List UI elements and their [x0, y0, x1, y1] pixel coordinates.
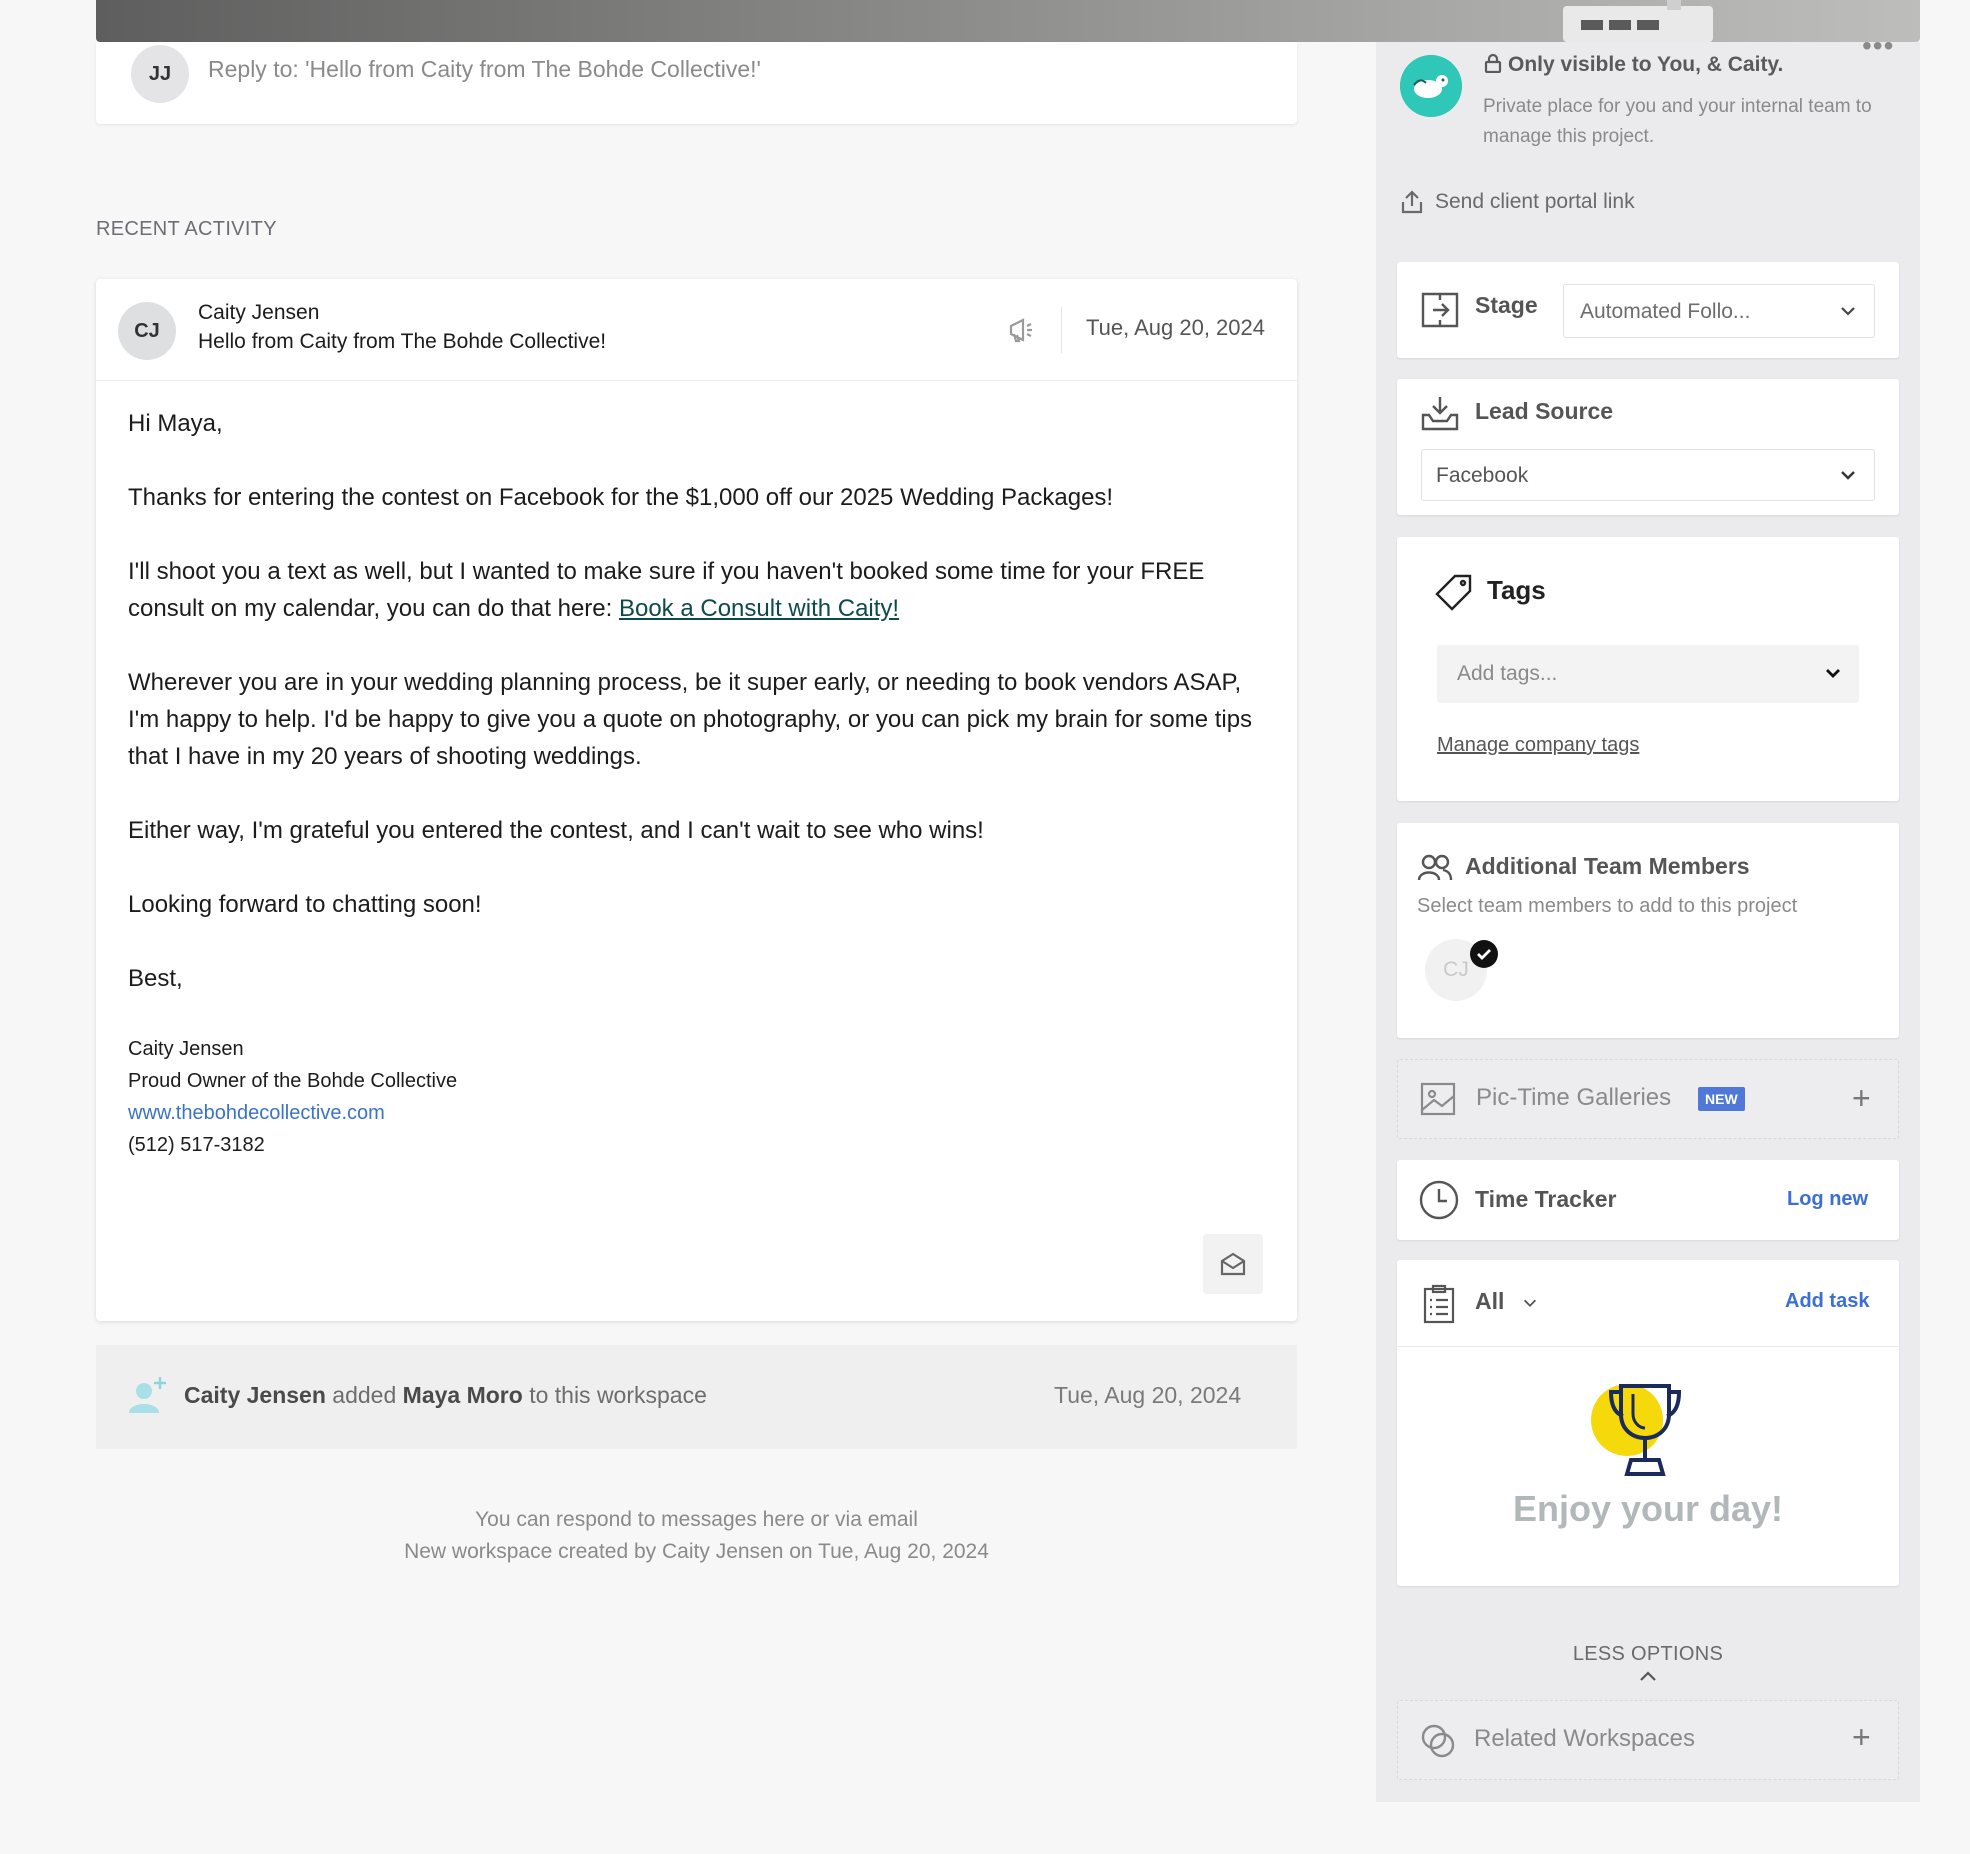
link-circles-icon [1421, 1724, 1455, 1758]
lead-source-select[interactable]: Facebook [1421, 449, 1875, 501]
check-icon [1470, 940, 1498, 968]
avatar: JJ [131, 45, 189, 103]
activity-item: Caity Jensen added Maya Moro to this wor… [96, 1345, 1297, 1449]
signature-phone: (512) 517-3182 [128, 1134, 265, 1156]
divider [1397, 1346, 1899, 1347]
email-subject: Hello from Caity from The Bohde Collecti… [198, 330, 607, 353]
add-task-button[interactable]: Add task [1785, 1290, 1869, 1313]
time-tracker-label: Time Tracker [1475, 1186, 1617, 1212]
email-paragraph: Wherever you are in your wedding plannin… [128, 669, 1253, 770]
clipboard-icon [1423, 1284, 1455, 1324]
book-consult-link[interactable]: Book a Consult with Caity! [619, 595, 899, 622]
more-icon[interactable]: ••• [1862, 32, 1894, 60]
chevron-down-icon [1841, 471, 1855, 480]
lead-source-label: Lead Source [1475, 398, 1614, 424]
visibility-title: Only visible to You, & Caity. [1484, 53, 1783, 77]
inbox-icon [1421, 397, 1459, 431]
chevron-down-icon [1826, 669, 1840, 678]
plus-icon[interactable]: + [1852, 1082, 1871, 1114]
tag-icon [1435, 574, 1472, 611]
visibility-description: Private place for you and your internal … [1483, 96, 1872, 147]
stage-label: Stage [1475, 292, 1538, 318]
log-new-button[interactable]: Log new [1787, 1188, 1868, 1211]
chevron-up-icon [1640, 1671, 1656, 1681]
related-workspaces-card[interactable]: Related Workspaces + [1397, 1700, 1899, 1780]
email-paragraph: Looking forward to chatting soon! [128, 891, 482, 918]
banner-photo-object [1563, 0, 1713, 42]
tasks-empty-message: Enjoy your day! [1512, 1488, 1784, 1529]
activity-text: Caity Jensen added Maya Moro to this wor… [184, 1382, 707, 1408]
signature-title: Proud Owner of the Bohde Collective [128, 1070, 458, 1092]
clock-icon [1419, 1180, 1459, 1220]
email-signature: Caity Jensen Proud Owner of the Bohde Co… [128, 1033, 457, 1161]
header-banner-image [96, 0, 1920, 42]
stage-select[interactable]: Automated Follo... [1563, 284, 1875, 338]
signature-website-link[interactable]: www.thebohdecollective.com [128, 1097, 457, 1129]
pictime-label: Pic-Time Galleries [1476, 1084, 1672, 1111]
tags-label: Tags [1487, 575, 1546, 605]
chevron-down-icon [1841, 307, 1855, 316]
mark-read-button[interactable] [1203, 1234, 1263, 1294]
tasks-filter[interactable]: All [1475, 1288, 1539, 1315]
lead-source-card: Lead Source Facebook [1397, 379, 1899, 515]
email-paragraph: I'll shoot you a text as well, but I wan… [128, 558, 1205, 622]
time-tracker-card: Time Tracker Log new [1397, 1160, 1899, 1240]
chevron-down-icon [1523, 1299, 1536, 1307]
pictime-card[interactable]: Pic-Time Galleries NEW + [1397, 1059, 1899, 1139]
users-icon [1417, 854, 1453, 881]
plus-icon[interactable]: + [1852, 1721, 1871, 1753]
email-signoff: Best, [128, 965, 183, 992]
sender-name: Caity Jensen [198, 301, 320, 324]
tags-input[interactable]: Add tags... [1437, 645, 1859, 703]
sender-avatar: CJ [118, 302, 176, 360]
megaphone-icon [1009, 318, 1032, 343]
upload-icon [1401, 190, 1423, 214]
stage-card: Stage Automated Follo... [1397, 262, 1899, 358]
company-logo [1400, 55, 1462, 117]
trophy-icon [1591, 1384, 1682, 1476]
less-options-toggle[interactable]: LESS OPTIONS [1397, 1643, 1899, 1689]
tags-card: Tags Add tags... Manage company tags [1397, 537, 1899, 801]
manage-tags-link[interactable]: Manage company tags [1437, 734, 1639, 757]
lock-icon [1484, 53, 1502, 74]
reply-input[interactable]: Reply to: 'Hello from Caity from The Boh… [208, 56, 761, 83]
stage-icon [1421, 292, 1459, 328]
email-greeting: Hi Maya, [128, 410, 223, 437]
add-user-icon [129, 1377, 166, 1413]
team-label: Additional Team Members [1465, 853, 1750, 879]
image-icon [1420, 1082, 1456, 1116]
team-members-card: Additional Team Members Select team memb… [1397, 823, 1899, 1038]
footer-note: You can respond to messages here or via … [404, 1508, 989, 1563]
tasks-card: All Add task Enjoy your day! [1397, 1260, 1899, 1586]
mail-open-icon [1220, 1252, 1246, 1276]
email-header[interactable]: CJ Caity Jensen Hello from Caity from Th… [96, 279, 1297, 381]
reply-box[interactable]: JJ Reply to: 'Hello from Caity from The … [96, 42, 1297, 124]
email-body: Hi Maya, Thanks for entering the contest… [128, 405, 1268, 1034]
related-workspaces-label: Related Workspaces [1474, 1725, 1695, 1752]
team-description: Select team members to add to this proje… [1417, 895, 1798, 917]
email-paragraph: Thanks for entering the contest on Faceb… [128, 484, 1114, 511]
divider [1061, 307, 1062, 353]
signature-name: Caity Jensen [128, 1038, 244, 1060]
activity-date: Tue, Aug 20, 2024 [1054, 1382, 1242, 1408]
email-paragraph: Either way, I'm grateful you entered the… [128, 817, 984, 844]
section-heading: RECENT ACTIVITY [96, 218, 277, 240]
email-date: Tue, Aug 20, 2024 [1086, 315, 1265, 340]
send-portal-link[interactable]: Send client portal link [1401, 190, 1635, 214]
email-message-card: CJ Caity Jensen Hello from Caity from Th… [96, 279, 1297, 1321]
new-badge: NEW [1698, 1087, 1745, 1111]
